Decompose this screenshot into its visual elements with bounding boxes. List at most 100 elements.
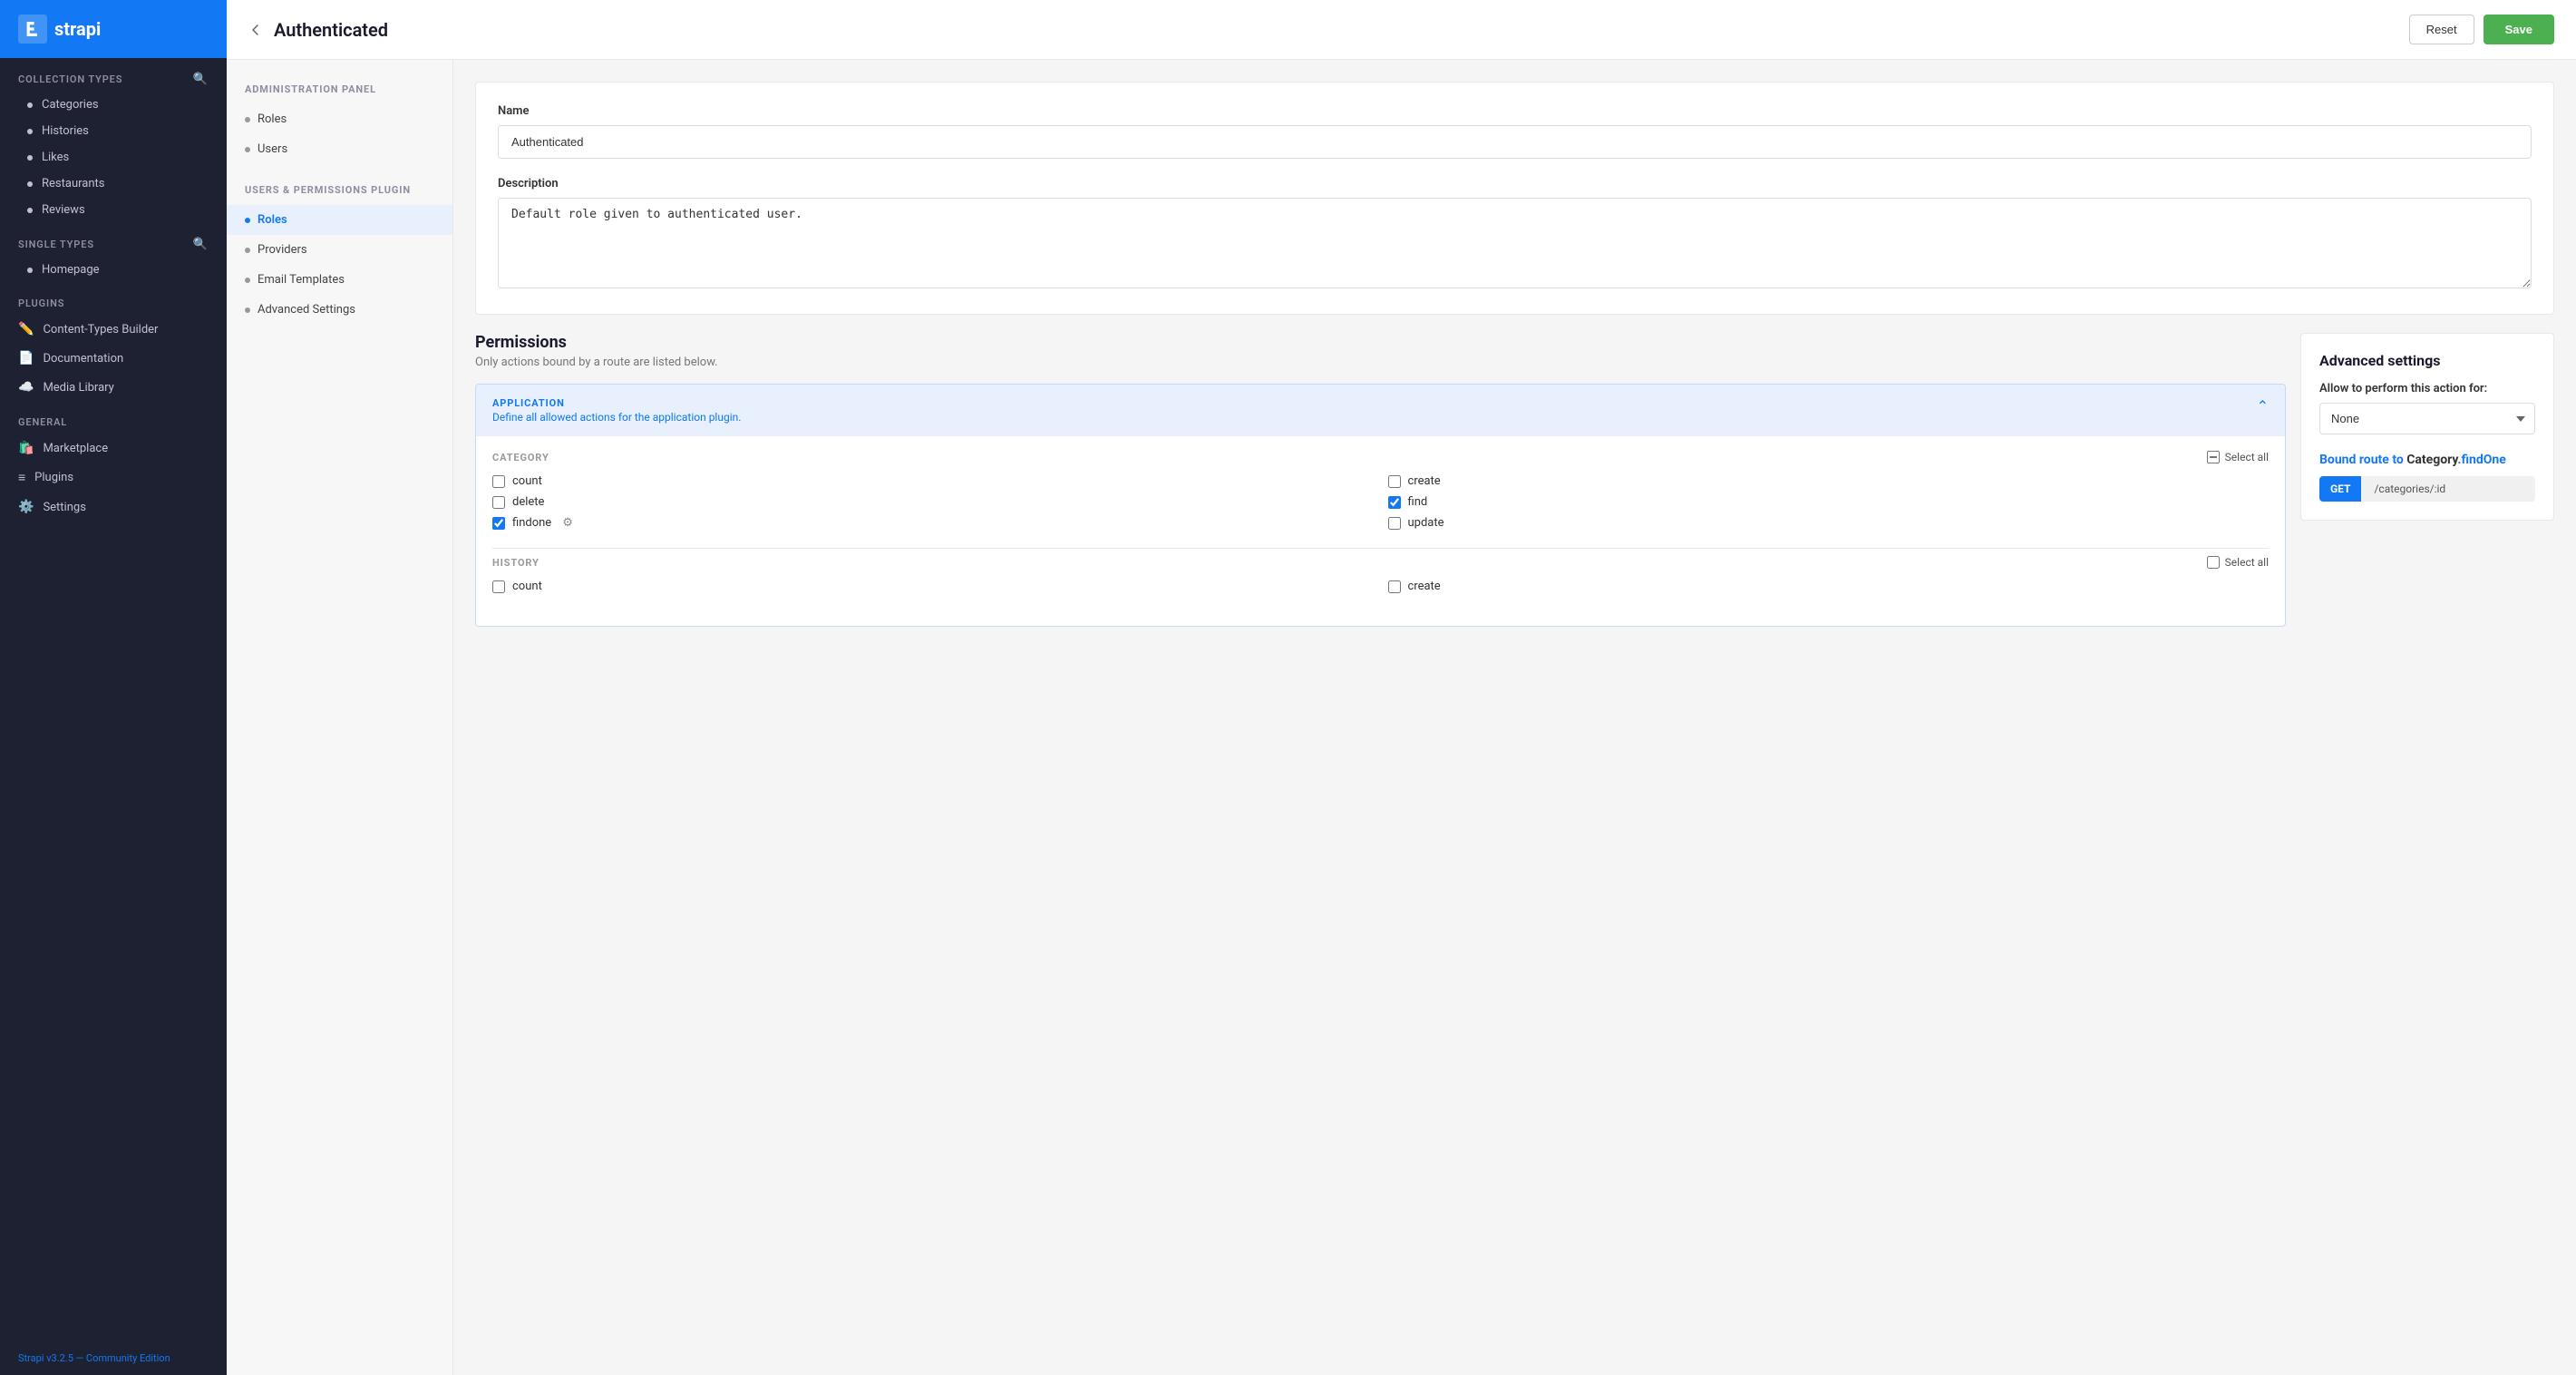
advanced-settings-card: Advanced settings Allow to perform this … [2300,333,2554,521]
gear-icon: ⚙️ [18,500,34,514]
search-icon-single[interactable]: 🔍 [193,238,209,251]
route-method: GET [2319,476,2361,502]
application-block-header[interactable]: APPLICATION Define all allowed actions f… [476,385,2285,436]
perm-checkbox-create[interactable] [1388,475,1401,488]
panel-item-providers[interactable]: Providers [227,235,452,265]
allow-action-label: Allow to perform this action for: [2319,382,2535,395]
pencil-icon: ✏️ [18,322,34,336]
perm-label-update: update [1408,516,1444,530]
doc-icon: 📄 [18,351,34,366]
history-header: HISTORY Select all [492,556,2269,569]
history-select-all[interactable]: Select all [2207,556,2269,569]
description-textarea[interactable]: Default role given to authenticated user… [498,198,2532,288]
header: Authenticated Reset Save [227,0,2576,60]
category-select-all[interactable]: Select all [2207,451,2269,463]
sidebar-item-reviews[interactable]: Reviews [0,197,227,223]
list-icon: ≡ [18,470,25,485]
sidebar-item-content-types-builder[interactable]: ✏️ Content-Types Builder [0,315,227,344]
content-area: Name Description Default role given to a… [453,60,2576,1375]
header-left: Authenticated [248,19,388,41]
sidebar-item-homepage[interactable]: Homepage [0,257,227,283]
bound-route-model: Category [2406,453,2457,467]
bullet-icon [245,147,250,152]
bullet-icon [27,181,33,187]
permissions-area: Permissions Only actions bound by a rout… [475,333,2554,627]
perm-item-delete: delete [492,495,1374,509]
sidebar-item-settings[interactable]: ⚙️ Settings [0,492,227,522]
history-name: HISTORY [492,557,540,569]
sidebar-item-marketplace[interactable]: 🛍️ Marketplace [0,434,227,463]
panel-item-roles[interactable]: Roles [227,205,452,235]
application-header-text: APPLICATION Define all allowed actions f… [492,397,741,424]
perm-label-find: find [1408,495,1428,509]
search-icon[interactable]: 🔍 [193,73,209,86]
back-button[interactable] [248,23,263,37]
bullet-icon [27,268,33,273]
bullet-icon [27,208,33,213]
sidebar-item-media-library[interactable]: ☁️ Media Library [0,373,227,402]
bullet-icon [245,218,250,223]
header-actions: Reset Save [2409,15,2554,44]
description-field-group: Description Default role given to authen… [498,177,2532,292]
chevron-up-icon: ⌃ [2257,397,2269,414]
perm-checkbox-update[interactable] [1388,517,1401,530]
perm-label-create: create [1408,474,1441,488]
permissions-header: Permissions Only actions bound by a rout… [475,333,2286,369]
bag-icon: 🛍️ [18,441,34,455]
logo[interactable]: strapi [0,0,227,58]
category-header: CATEGORY Select all [492,451,2269,463]
perm-label-history-create: create [1408,580,1441,593]
panel-item-email-templates[interactable]: Email Templates [227,265,452,295]
permissions-main: Permissions Only actions bound by a rout… [475,333,2286,627]
general-label: GENERAL [0,402,227,434]
perm-label-findone: findone [512,516,551,530]
sidebar-item-histories[interactable]: Histories [0,118,227,144]
reset-button[interactable]: Reset [2409,15,2474,44]
application-block: APPLICATION Define all allowed actions f… [475,384,2286,627]
perm-checkbox-delete[interactable] [492,496,505,509]
main-area: Authenticated Reset Save ADMINISTRATION … [227,0,2576,1375]
divider [492,548,2269,549]
perm-checkbox-history-count[interactable] [492,580,505,593]
panel-item-roles-admin[interactable]: Roles [227,104,452,134]
cloud-icon: ☁️ [18,380,34,395]
panel-item-advanced-settings[interactable]: Advanced Settings [227,295,452,325]
sidebar-item-restaurants[interactable]: Restaurants [0,171,227,197]
perm-item-count: count [492,474,1374,488]
history-grid: count create [492,580,2269,593]
history-select-checkbox[interactable] [2207,556,2220,569]
permissions-subtitle: Only actions bound by a route are listed… [475,356,2286,369]
perm-item-create: create [1388,474,2270,488]
minus-icon [2207,451,2220,463]
application-block-body: CATEGORY Select all count [476,436,2285,626]
gear-icon[interactable]: ⚙ [562,516,573,530]
sidebar-item-likes[interactable]: Likes [0,144,227,171]
bullet-icon [27,129,33,134]
perm-checkbox-count[interactable] [492,475,505,488]
perm-checkbox-history-create[interactable] [1388,580,1401,593]
perm-label-delete: delete [512,495,544,509]
perm-checkbox-find[interactable] [1388,496,1401,509]
category-grid: count create delete [492,474,2269,530]
save-button[interactable]: Save [2484,15,2554,44]
perm-checkbox-findone[interactable] [492,517,505,530]
sidebar-item-plugins[interactable]: ≡ Plugins [0,463,227,492]
bullet-icon [27,155,33,161]
sidebar: strapi COLLECTION TYPES 🔍 Categories His… [0,0,227,1375]
perm-item-update: update [1388,516,2270,530]
application-label: APPLICATION [492,397,741,409]
sidebar-item-categories[interactable]: Categories [0,92,227,118]
bullet-icon [245,248,250,253]
name-input[interactable] [498,125,2532,159]
admin-panel-label: ADMINISTRATION PANEL [227,78,452,104]
allow-action-select[interactable]: None [2319,403,2535,434]
collection-types-label: COLLECTION TYPES 🔍 [0,58,227,92]
sidebar-item-documentation[interactable]: 📄 Documentation [0,344,227,373]
single-types-label: SINGLE TYPES 🔍 [0,223,227,257]
bound-route-method: findOne [2461,453,2505,467]
advanced-settings-title: Advanced settings [2319,352,2535,369]
bound-route-title: Bound route to Category.findOne [2319,453,2535,467]
panel-item-users-admin[interactable]: Users [227,134,452,164]
route-path: /categories/:id [2361,476,2535,502]
description-label: Description [498,177,2532,190]
